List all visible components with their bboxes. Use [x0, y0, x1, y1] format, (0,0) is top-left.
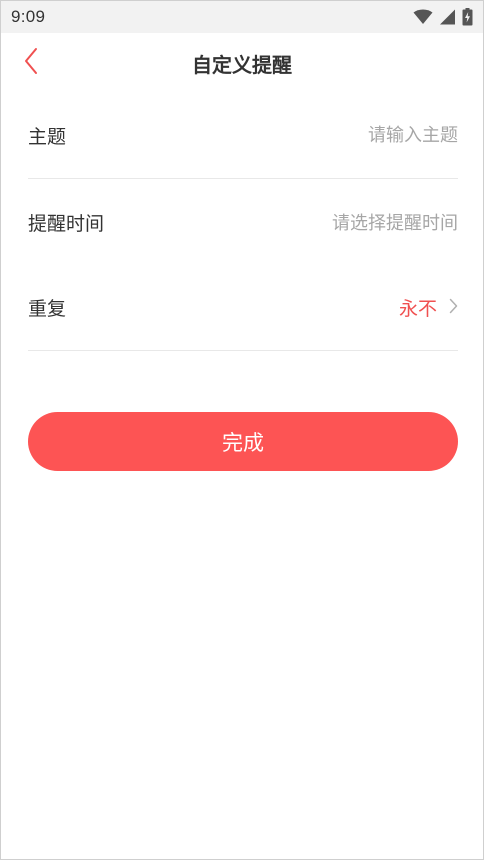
back-button[interactable]: [13, 45, 49, 81]
repeat-row[interactable]: 重复 永不: [28, 265, 458, 351]
subject-label: 主题: [28, 126, 67, 148]
reminder-time-label: 提醒时间: [28, 212, 105, 235]
battery-charging-icon: [462, 8, 473, 26]
status-time: 9:09: [11, 7, 46, 26]
status-icons: [413, 8, 473, 26]
nav-bar: 自定义提醒: [1, 33, 483, 93]
repeat-label: 重复: [28, 298, 67, 320]
page-title: 自定义提醒: [192, 52, 292, 77]
wifi-icon: [413, 9, 433, 25]
status-bar: 9:09: [1, 1, 483, 33]
repeat-value: 永不: [398, 298, 437, 320]
app-screen: 9:09 自定义提醒 主题 请输入主题 提醒时间 请选择提醒时间 重复 永不 完…: [0, 0, 484, 860]
repeat-value-group: 永不: [399, 294, 458, 321]
chevron-right-icon: [449, 298, 458, 318]
chevron-left-icon: [23, 47, 39, 79]
subject-row: 主题: [28, 93, 458, 179]
reminder-form: 主题 提醒时间 请选择提醒时间 重复 永不: [28, 93, 458, 351]
reminder-time-row[interactable]: 提醒时间 请选择提醒时间: [28, 179, 458, 265]
subject-input[interactable]: [238, 125, 458, 146]
reminder-time-placeholder: 请选择提醒时间: [332, 213, 458, 234]
signal-icon: [439, 9, 456, 25]
done-button[interactable]: 完成: [28, 412, 458, 471]
